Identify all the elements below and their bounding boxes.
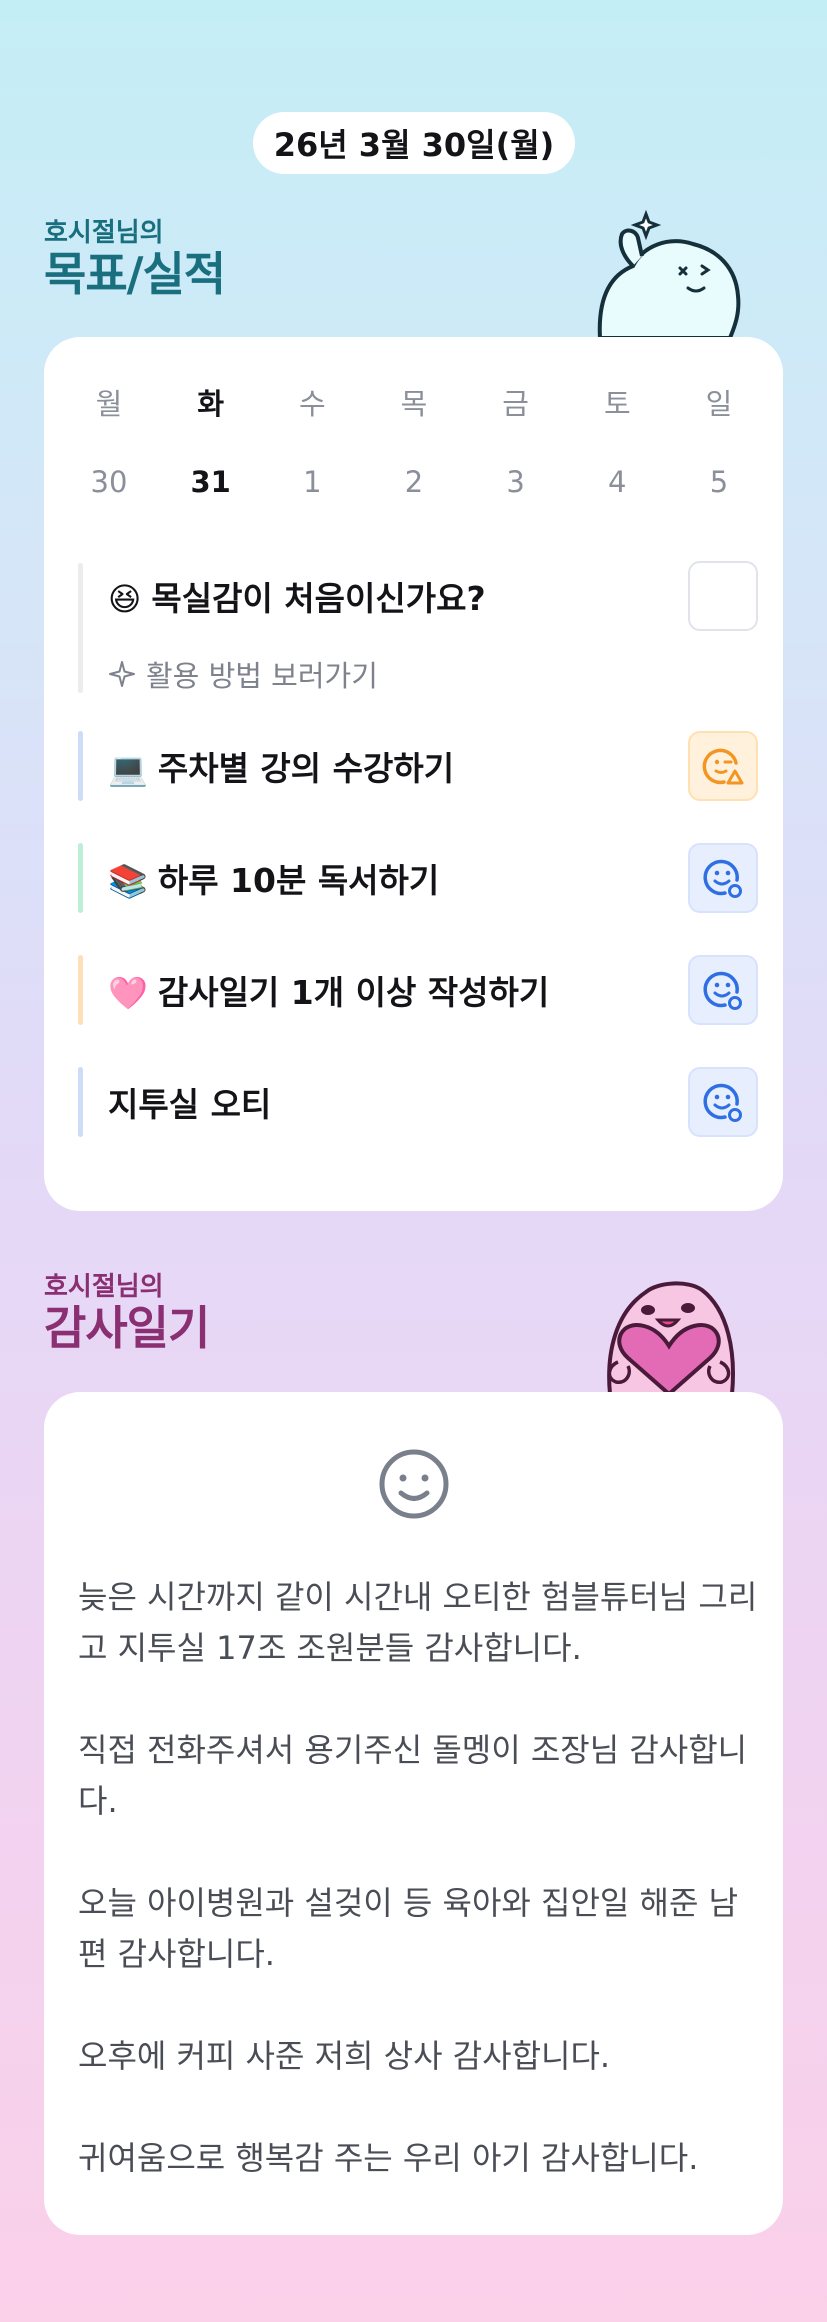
- goal-item[interactable]: 💻 주차별 강의 수강하기: [78, 731, 758, 801]
- intro-label: 목실감이 처음이신가요?: [151, 579, 486, 618]
- goal-emoji: 🩷: [108, 974, 148, 1012]
- weekday-sat: 토: [603, 387, 631, 421]
- date-cell[interactable]: 5: [684, 465, 754, 499]
- gratitude-diary-card[interactable]: 늦은 시간까지 같이 시간내 오티한 험블튜터님 그리고 지투실 17조 조원분…: [44, 1392, 783, 2235]
- usage-guide-label: 활용 방법 보러가기: [146, 659, 378, 693]
- goal-item[interactable]: 지투실 오티: [78, 1067, 758, 1137]
- goal-label: 주차별 강의 수강하기: [157, 749, 455, 788]
- week-calendar: 월 화 수 목 금 토 일 30 31 1 2 3 4 5: [74, 381, 754, 499]
- smile-check-icon: [703, 859, 742, 898]
- weekday-mon: 월: [95, 387, 123, 421]
- date-cell[interactable]: 3: [481, 465, 551, 499]
- date-cell-selected[interactable]: 31: [176, 465, 246, 499]
- weekday-thu: 목: [400, 387, 428, 421]
- weekday-sun: 일: [705, 387, 733, 421]
- smile-face-icon: [379, 1449, 449, 1519]
- weekday-wed: 수: [298, 387, 326, 421]
- weekday-fri: 금: [502, 387, 529, 421]
- goals-section-header: 호시절님의 목표/실적: [44, 218, 226, 301]
- smile-check-icon: [703, 1083, 742, 1122]
- goal-label: 하루 10분 독서하기: [157, 861, 440, 900]
- goal-emoji: 💻: [108, 750, 148, 788]
- date-cell[interactable]: 30: [74, 465, 144, 499]
- smile-check-icon: [703, 971, 742, 1010]
- mascot-heart-character-icon: [607, 1281, 735, 1394]
- goal-emoji: 📚: [108, 862, 148, 900]
- goal-emoji: 😆: [108, 580, 142, 618]
- date-cell[interactable]: 4: [582, 465, 652, 499]
- date-selector[interactable]: 26년 3월 30일(월): [253, 112, 575, 174]
- goal-status-button[interactable]: [688, 1067, 758, 1137]
- goal-label: 감사일기 1개 이상 작성하기: [157, 973, 550, 1012]
- goal-label: 지투실 오티: [108, 1085, 272, 1124]
- goal-status-button[interactable]: [688, 955, 758, 1025]
- thanks-section-header: 호시절님의 감사일기: [44, 1272, 210, 1355]
- goal-status-checkbox[interactable]: [688, 561, 758, 631]
- intro-goal-item[interactable]: 😆 목실감이 처음이신가요?: [78, 561, 758, 693]
- date-cell[interactable]: 1: [277, 465, 347, 499]
- gratitude-entries: 늦은 시간까지 같이 시간내 오티한 험블튜터님 그리고 지투실 17조 조원분…: [78, 1572, 758, 2184]
- weekday-tue: 화: [197, 387, 224, 421]
- thanks-owner-label: 호시절님의: [44, 1272, 164, 1302]
- gratitude-entry: 오늘 아이병원과 설겆이 등 육아와 집안일 해준 남편 감사합니다.: [78, 1884, 739, 1973]
- goal-item[interactable]: 📚 하루 10분 독서하기: [78, 843, 758, 913]
- goal-color-bar: [78, 563, 83, 693]
- gratitude-entry: 오후에 커피 사준 저희 상사 감사합니다.: [78, 2037, 611, 2075]
- goals-title: 목표/실적: [44, 247, 226, 301]
- date-cell[interactable]: 2: [379, 465, 449, 499]
- gratitude-entry: 직접 전화주셔서 용기주신 돌멩이 조장님 감사합니다.: [78, 1731, 748, 1820]
- smile-warning-icon: [702, 748, 744, 785]
- gratitude-entry: 귀여움으로 행복감 주는 우리 아기 감사합니다.: [78, 2139, 699, 2177]
- mascot-character-icon: [597, 209, 741, 338]
- thanks-title: 감사일기: [44, 1301, 210, 1355]
- goal-status-button[interactable]: [688, 843, 758, 913]
- goal-color-bar: [78, 1067, 83, 1137]
- goal-color-bar: [78, 843, 83, 913]
- gratitude-entry: 늦은 시간까지 같이 시간내 오티한 험블튜터님 그리고 지투실 17조 조원분…: [78, 1578, 758, 1667]
- goal-status-button[interactable]: [688, 731, 758, 801]
- goal-color-bar: [78, 955, 83, 1025]
- goal-color-bar: [78, 731, 83, 801]
- goals-card: 월 화 수 목 금 토 일 30 31 1 2 3 4 5 😆 목실감이 처음이신…: [44, 337, 783, 1211]
- sparkle-icon: [109, 661, 135, 687]
- goals-owner-label: 호시절님의: [44, 218, 164, 248]
- usage-guide-link[interactable]: 활용 방법 보러가기: [108, 653, 378, 695]
- goal-item[interactable]: 🩷 감사일기 1개 이상 작성하기: [78, 955, 758, 1025]
